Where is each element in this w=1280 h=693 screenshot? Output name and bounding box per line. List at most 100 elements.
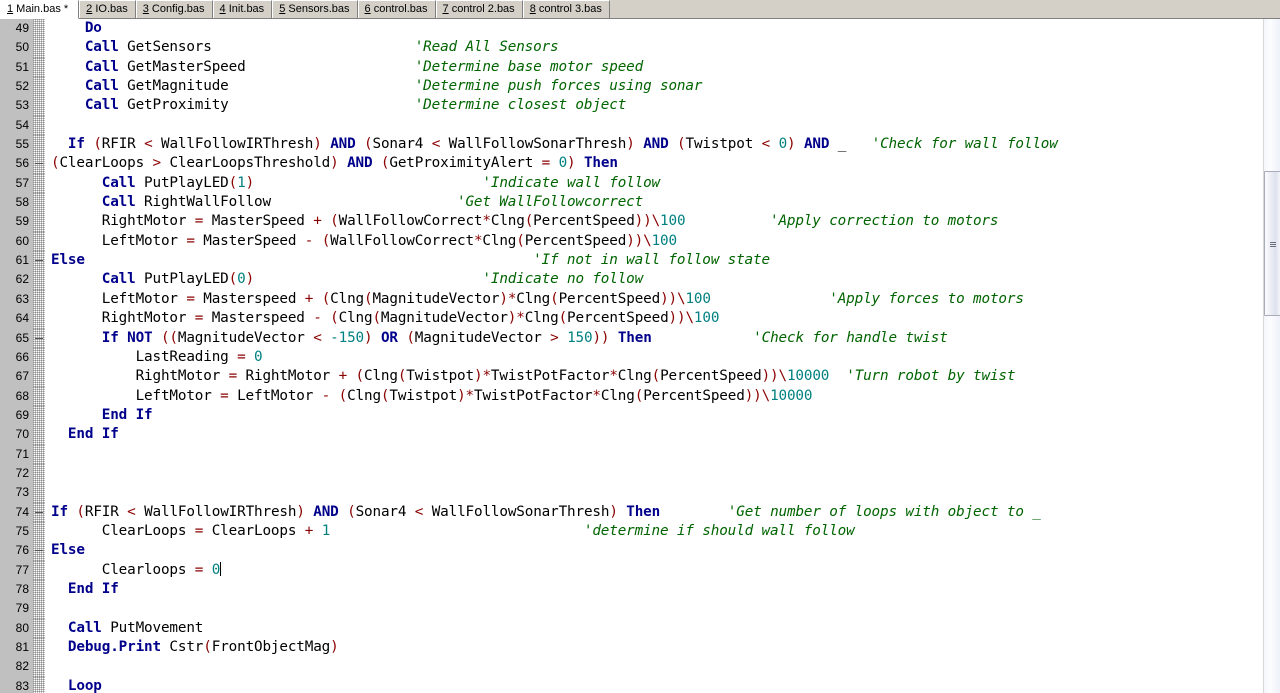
file-tab-0[interactable]: 1 Main.bas * — [0, 0, 80, 19]
code-line[interactable]: 58 Call RightWallFollow 'Get WallFollowc… — [0, 193, 1263, 213]
code-line-text[interactable]: RightMotor = RightMotor + (Clng(Twistpot… — [45, 367, 1263, 386]
fold-margin[interactable] — [33, 521, 45, 542]
fold-margin[interactable] — [33, 579, 45, 600]
code-line[interactable]: 74 If (RFIR < WallFollowIRThresh) AND (So… — [0, 502, 1263, 522]
code-line-text[interactable]: RightMotor = MasterSpeed + (WallFollowCo… — [45, 212, 1263, 231]
code-line[interactable]: 53 Call GetProximity 'Determine closest … — [0, 96, 1263, 116]
code-line-text[interactable]: End If — [45, 425, 1263, 444]
fold-margin[interactable] — [33, 541, 45, 561]
code-line-text[interactable]: Do — [45, 19, 1263, 38]
code-line-text[interactable]: Call GetSensors 'Read All Sensors — [45, 38, 1263, 57]
fold-margin[interactable] — [33, 289, 45, 310]
fold-margin[interactable] — [33, 115, 45, 136]
code-line[interactable]: 82 — [0, 657, 1263, 677]
fold-margin[interactable] — [33, 425, 45, 445]
code-line[interactable]: 51 Call GetMasterSpeed 'Determine base m… — [0, 57, 1263, 78]
code-line[interactable]: 81 Debug.Print Cstr(FrontObjectMag) — [0, 638, 1263, 658]
fold-collapse-icon[interactable] — [35, 337, 43, 339]
file-tab-1[interactable]: 2 IO.bas — [79, 0, 136, 18]
fold-margin[interactable] — [33, 173, 45, 194]
fold-margin[interactable] — [33, 77, 45, 97]
code-line[interactable]: 65 If NOT ((MagnitudeVector < -150) OR (… — [0, 328, 1263, 348]
fold-collapse-icon[interactable] — [35, 550, 43, 552]
code-line-text[interactable]: Call GetMasterSpeed 'Determine base moto… — [45, 58, 1263, 77]
fold-margin[interactable] — [33, 657, 45, 677]
code-line[interactable]: 54 — [0, 115, 1263, 136]
code-line-text[interactable] — [45, 445, 1263, 464]
fold-margin[interactable] — [33, 154, 45, 174]
code-line-text[interactable]: End If — [45, 580, 1263, 599]
fold-margin[interactable] — [33, 638, 45, 658]
fold-margin[interactable] — [33, 347, 45, 368]
code-line[interactable]: 62 Call PutPlayLED(0) 'Indicate no follo… — [0, 270, 1263, 290]
fold-margin[interactable] — [33, 135, 45, 155]
fold-margin[interactable] — [33, 38, 45, 58]
file-tab-7[interactable]: 8 control 3.bas — [522, 0, 610, 18]
code-line-text[interactable]: LeftMotor = MasterSpeed - (WallFollowCor… — [45, 232, 1263, 251]
code-line[interactable]: 80 Call PutMovement — [0, 618, 1263, 638]
code-line[interactable]: 61 Else 'If not in wall follow state — [0, 251, 1263, 271]
fold-margin[interactable] — [33, 251, 45, 271]
fold-margin[interactable] — [33, 309, 45, 329]
code-line-text[interactable]: Call PutPlayLED(1) 'Indicate wall follow — [45, 174, 1263, 193]
code-line[interactable]: 60 LeftMotor = MasterSpeed - (WallFollow… — [0, 231, 1263, 252]
file-tab-4[interactable]: 5 Sensors.bas — [272, 0, 358, 18]
code-line-text[interactable] — [45, 483, 1263, 502]
fold-margin[interactable] — [33, 270, 45, 290]
code-line-text[interactable] — [45, 116, 1263, 135]
scrollbar-thumb[interactable] — [1264, 171, 1280, 316]
code-line[interactable]: 57 Call PutPlayLED(1) 'Indicate wall fol… — [0, 173, 1263, 194]
fold-margin[interactable] — [33, 96, 45, 116]
fold-margin[interactable] — [33, 405, 45, 426]
code-line-text[interactable]: Call GetProximity 'Determine closest obj… — [45, 96, 1263, 115]
code-line-text[interactable]: ClearLoops = ClearLoops + 1 'determine i… — [45, 522, 1263, 541]
code-line[interactable]: 56 (ClearLoops > ClearLoopsThreshold) AND… — [0, 154, 1263, 174]
code-line-text[interactable]: Call PutPlayLED(0) 'Indicate no follow — [45, 270, 1263, 289]
code-line[interactable]: 70 End If — [0, 425, 1263, 445]
code-line-text[interactable]: LeftMotor = LeftMotor - (Clng(Twistpot)*… — [45, 387, 1263, 406]
fold-margin[interactable] — [33, 483, 45, 503]
code-line-text[interactable]: LastReading = 0 — [45, 348, 1263, 367]
code-line[interactable]: 69 End If — [0, 405, 1263, 426]
code-line[interactable]: 67 RightMotor = RightMotor + (Clng(Twist… — [0, 367, 1263, 387]
code-line-text[interactable]: If (RFIR < WallFollowIRThresh) AND (Sona… — [45, 503, 1263, 522]
fold-collapse-icon[interactable] — [35, 163, 43, 165]
code-line[interactable]: 68 LeftMotor = LeftMotor - (Clng(Twistpo… — [0, 386, 1263, 406]
code-line-text[interactable] — [45, 657, 1263, 676]
code-line[interactable]: 50 Call GetSensors 'Read All Sensors — [0, 38, 1263, 58]
code-line[interactable]: 79 — [0, 599, 1263, 619]
fold-margin[interactable] — [33, 212, 45, 232]
code-line-text[interactable]: If (RFIR < WallFollowIRThresh) AND (Sona… — [45, 135, 1263, 154]
code-line-text[interactable]: Call RightWallFollow 'Get WallFollowcorr… — [45, 193, 1263, 212]
fold-margin[interactable] — [33, 193, 45, 213]
code-line[interactable]: 75 ClearLoops = ClearLoops + 1 'determin… — [0, 521, 1263, 542]
code-line[interactable]: 72 — [0, 463, 1263, 484]
code-line-text[interactable]: RightMotor = Masterspeed - (Clng(Magnitu… — [45, 309, 1263, 328]
fold-margin[interactable] — [33, 328, 45, 348]
code-line-text[interactable]: (ClearLoops > ClearLoopsThreshold) AND (… — [45, 154, 1263, 173]
fold-margin[interactable] — [33, 599, 45, 619]
vertical-scrollbar[interactable] — [1263, 19, 1280, 693]
code-line[interactable]: 76 Else — [0, 541, 1263, 561]
code-line-text[interactable]: End If — [45, 406, 1263, 425]
file-tab-3[interactable]: 4 Init.bas — [212, 0, 273, 18]
code-line-text[interactable]: Loop — [45, 677, 1263, 693]
code-line[interactable]: 77 Clearloops = 0 — [0, 560, 1263, 580]
code-line-text[interactable] — [45, 464, 1263, 483]
code-line[interactable]: 66 LastReading = 0 — [0, 347, 1263, 368]
fold-margin[interactable] — [33, 367, 45, 387]
code-canvas[interactable]: 49 Do 50 Call GetSensors 'Read All Sensor… — [0, 19, 1263, 693]
fold-margin[interactable] — [33, 386, 45, 406]
code-line-text[interactable]: LeftMotor = Masterspeed + (Clng(Magnitud… — [45, 290, 1263, 309]
file-tab-5[interactable]: 6 control.bas — [357, 0, 436, 18]
fold-margin[interactable] — [33, 231, 45, 252]
fold-margin[interactable] — [33, 560, 45, 580]
code-line-text[interactable]: Debug.Print Cstr(FrontObjectMag) — [45, 638, 1263, 657]
code-line[interactable]: 63 LeftMotor = Masterspeed + (Clng(Magni… — [0, 289, 1263, 310]
file-tab-2[interactable]: 3 Config.bas — [135, 0, 213, 18]
code-line-text[interactable]: Call GetMagnitude 'Determine push forces… — [45, 77, 1263, 96]
fold-margin[interactable] — [33, 463, 45, 484]
code-line-text[interactable]: If NOT ((MagnitudeVector < -150) OR (Mag… — [45, 329, 1263, 348]
code-line[interactable]: 83 Loop — [0, 676, 1263, 693]
code-line[interactable]: 78 End If — [0, 579, 1263, 600]
